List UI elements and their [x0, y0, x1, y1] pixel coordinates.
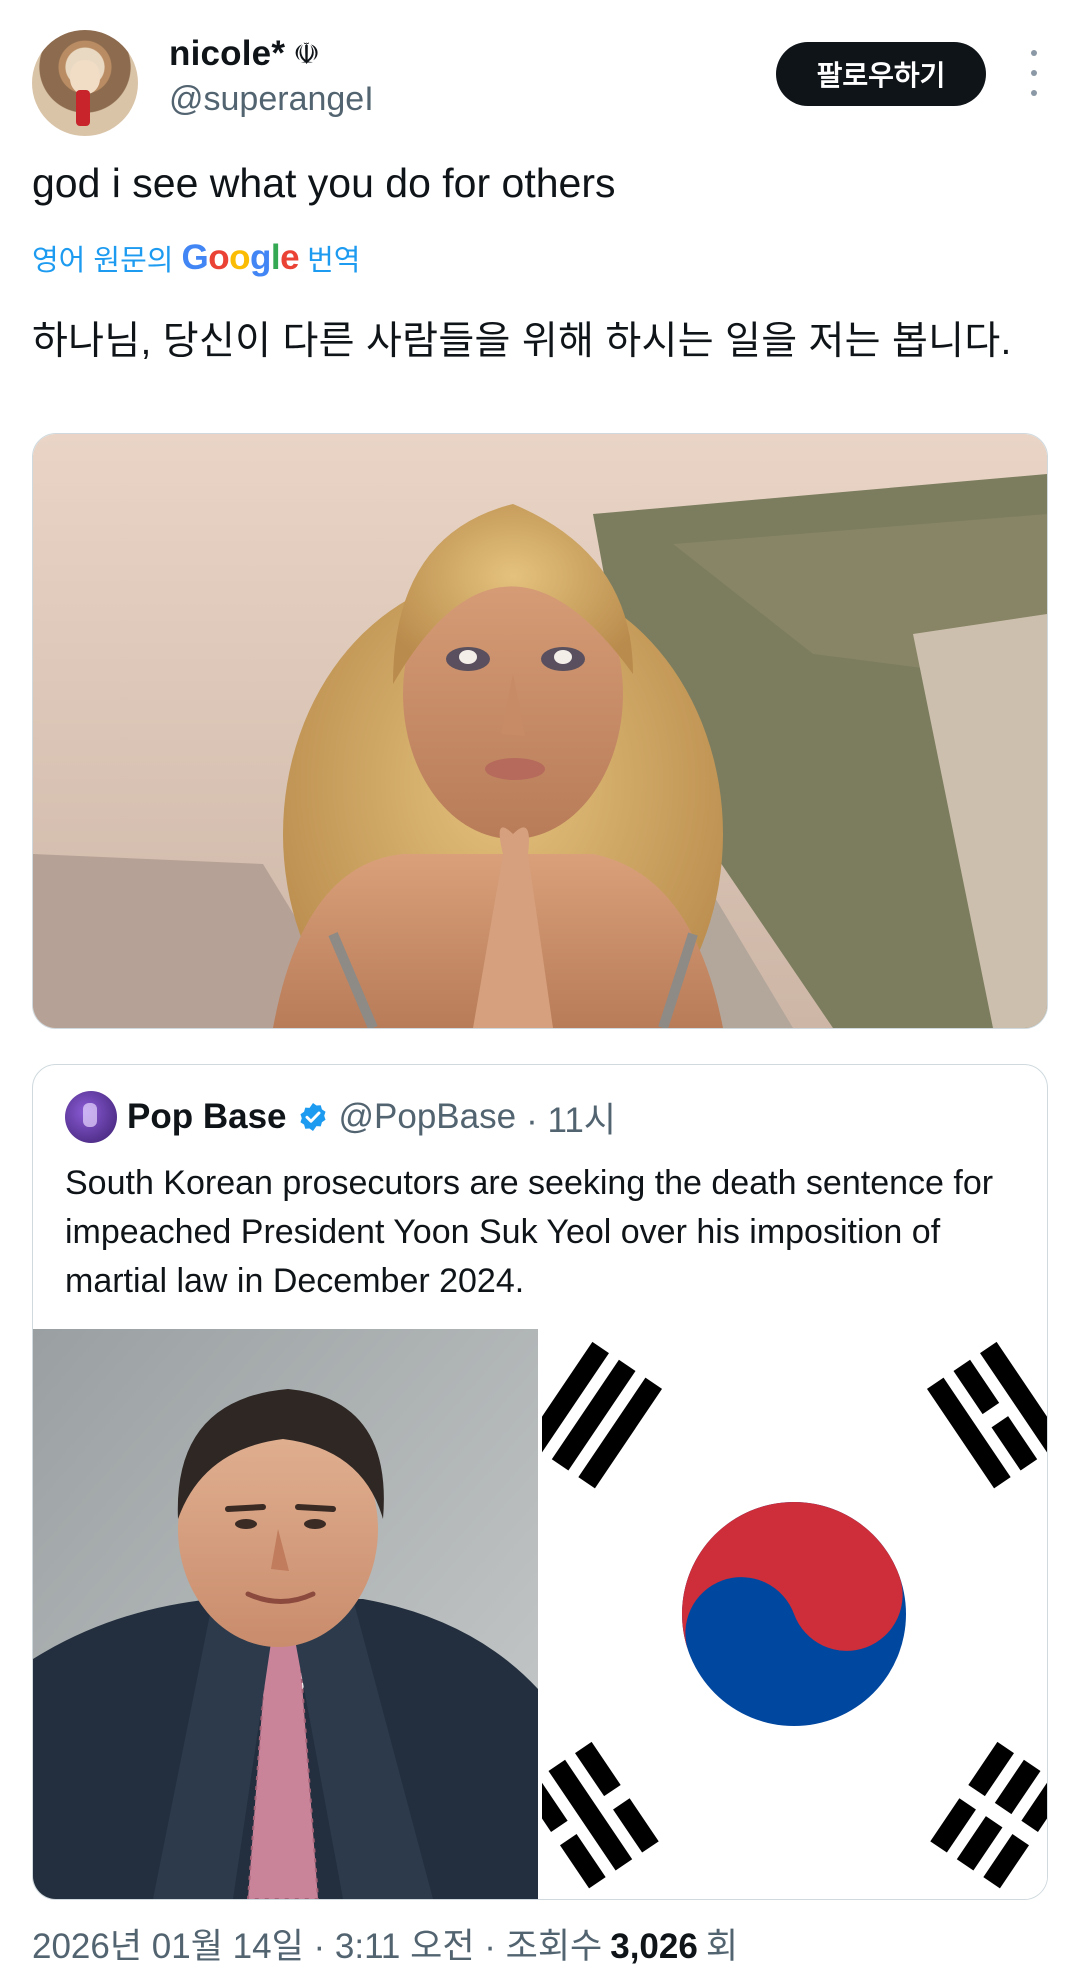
translation-attribution[interactable]: 영어 원문의 Google 번역 [32, 237, 360, 279]
display-name-text: nicole* [169, 34, 286, 73]
translate-prefix: 영어 원문의 [32, 245, 174, 277]
tweet-meta: 2026년 01월 14일 · 3:11 오전 · 조회수 3,026 회 [32, 1918, 738, 1969]
view-count: 3,026 [610, 1927, 698, 1966]
quoted-tweet-text: South Korean prosecutors are seeking the… [65, 1164, 994, 1300]
quote-author-name: Pop Base [127, 1097, 287, 1136]
google-logo: Google [181, 238, 300, 277]
quote-author-handle: @PopBase [338, 1097, 517, 1136]
quote-timestamp: · 11시 [526, 1100, 617, 1140]
verified-badge-icon [299, 1103, 326, 1131]
translated-text: 하나님, 당신이 다른 사람들을 위해 하시는 일을 저는 봅니다. [32, 320, 1012, 363]
author-avatar[interactable] [32, 30, 138, 136]
tweet-header: nicole* ☫ @superangeI 팔로우하기 [32, 30, 1046, 140]
quote-author-avatar [65, 1091, 117, 1143]
tweet-text: god i see what you do for others [32, 160, 616, 206]
follow-button[interactable]: 팔로우하기 [776, 42, 986, 106]
korean-flag-image[interactable] [542, 1329, 1047, 1899]
quoted-tweet-header: Pop Base @PopBase · 11시 [65, 1091, 616, 1143]
author-display-name[interactable]: nicole* ☫ [169, 34, 374, 74]
president-portrait-photo[interactable] [33, 1329, 538, 1899]
tweet-image[interactable] [32, 433, 1048, 1029]
view-count-suffix: 회 [705, 1927, 739, 1966]
quoted-tweet-media [33, 1329, 1047, 1899]
praying-woman-photo [33, 434, 1047, 1028]
tweet-date-time[interactable]: 2026년 01월 14일 · 3:11 오전 · 조회수 [32, 1918, 602, 1969]
more-options-icon[interactable] [1022, 50, 1046, 96]
name-emoji-icon: ☫ [293, 37, 321, 71]
quoted-tweet[interactable]: Pop Base @PopBase · 11시 South Korean pro… [32, 1064, 1048, 1900]
author-names[interactable]: nicole* ☫ @superangeI [169, 34, 374, 119]
author-handle[interactable]: @superangeI [169, 80, 374, 119]
translate-suffix: 번역 [307, 245, 361, 277]
